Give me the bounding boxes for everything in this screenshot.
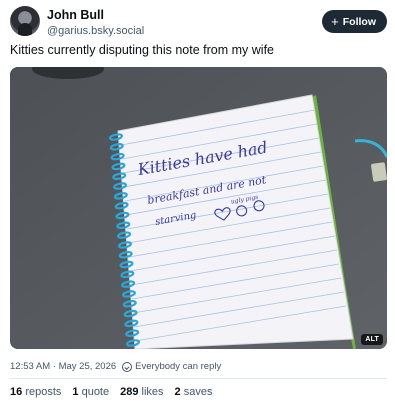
post-image[interactable]: Kitties have had breakfast and are not s… [10, 67, 387, 349]
likes-stat[interactable]: 289 likes [120, 386, 163, 398]
post-meta: 12:53 AM · May 25, 2026 Everybody can re… [10, 361, 221, 372]
author-handle[interactable]: @garius.bsky.social [47, 25, 144, 37]
saves-count: 2 [174, 386, 181, 398]
reposts-label: reposts [25, 386, 62, 398]
plus-icon: + [331, 14, 339, 29]
note-photo-illustration: Kitties have had breakfast and are not s… [10, 67, 387, 349]
author-display-name[interactable]: John Bull [47, 8, 104, 22]
post-header: John Bull @garius.bsky.social + Follow [10, 6, 388, 42]
reply-setting-icon [122, 361, 133, 372]
divider-top [10, 378, 387, 379]
saves-stat[interactable]: 2 saves [175, 386, 213, 398]
saves-label: saves [183, 386, 213, 398]
cable-plug [371, 162, 387, 182]
quotes-count: 1 [72, 386, 79, 398]
post-stats: 16 reposts 1 quote 289 likes 2 saves [10, 386, 212, 398]
post-timestamp[interactable]: 12:53 AM · May 25, 2026 [10, 361, 116, 372]
likes-count: 289 [120, 386, 139, 398]
quotes-label: quote [81, 386, 110, 398]
alt-badge[interactable]: ALT [361, 334, 383, 345]
post-text: Kitties currently disputing this note fr… [10, 43, 274, 57]
likes-label: likes [141, 386, 164, 398]
follow-button[interactable]: + Follow [322, 10, 387, 33]
follow-button-label: Follow [342, 15, 376, 28]
reposts-count: 16 [10, 386, 23, 398]
avatar[interactable] [10, 6, 40, 36]
quotes-stat[interactable]: 1 quote [72, 386, 109, 398]
reposts-stat[interactable]: 16 reposts [10, 386, 61, 398]
reply-setting[interactable]: Everybody can reply [135, 361, 221, 372]
